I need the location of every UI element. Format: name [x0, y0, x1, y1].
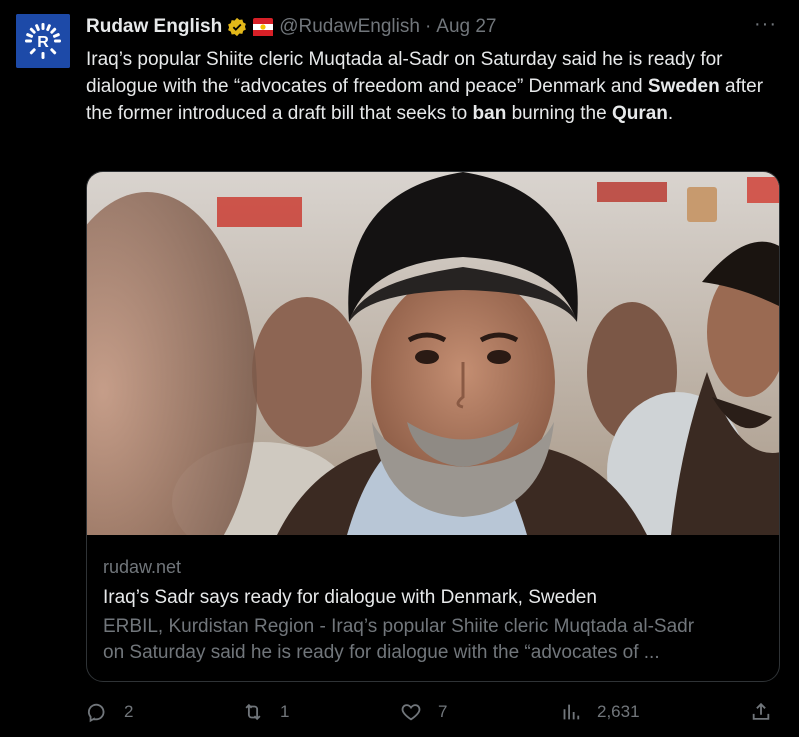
tweet-text-part: Iraq’s popular Shiite cleric Muqtada al-… [86, 49, 723, 97]
author-name[interactable]: Rudaw English [86, 16, 222, 38]
link-card[interactable]: rudaw.net Iraq’s Sadr says ready for dia… [86, 171, 780, 682]
tweet-date[interactable]: Aug 27 [436, 16, 496, 38]
analytics-icon [563, 704, 580, 720]
view-count: 2,631 [597, 702, 640, 721]
repost-count: 1 [280, 702, 290, 721]
svg-text:R: R [37, 34, 49, 51]
share-button[interactable] [750, 701, 772, 723]
repost-button[interactable]: 1 [242, 701, 289, 723]
repost-icon [245, 703, 261, 721]
tweet[interactable]: R Rudaw English @RudawEnglish · Aug 27 ·… [0, 0, 799, 737]
kurdistan-flag-icon [252, 17, 274, 37]
news-photo [87, 172, 779, 535]
tweet-text-bold: ban [472, 103, 507, 124]
tweet-text-part: . [667, 103, 674, 124]
separator-dot: · [424, 16, 432, 37]
heart-icon [401, 704, 421, 721]
share-icon [752, 702, 770, 720]
card-domain: rudaw.net [103, 557, 182, 577]
like-button[interactable]: 7 [400, 701, 447, 723]
author-handle[interactable]: @RudawEnglish [279, 16, 420, 38]
action-bar: 2 1 7 2,631 [86, 697, 780, 727]
tweet-text-part: burning the [506, 103, 612, 124]
tweet-text-bold: Quran [611, 103, 668, 124]
verified-badge-icon [227, 17, 247, 37]
reply-count: 2 [124, 702, 134, 721]
tweet-text: Iraq’s popular Shiite cleric Muqtada al-… [86, 46, 776, 127]
reply-icon [87, 703, 105, 723]
tweet-text-bold: Sweden [647, 76, 720, 97]
reply-button[interactable]: 2 [86, 701, 133, 723]
card-description: ERBIL, Kurdistan Region - Iraq’s popular… [103, 614, 763, 666]
card-description-line: ERBIL, Kurdistan Region - Iraq’s popular… [103, 616, 695, 637]
rudaw-logo-icon: R [16, 14, 70, 68]
like-count: 7 [438, 702, 448, 721]
avatar[interactable]: R [16, 14, 70, 68]
card-image[interactable] [87, 172, 779, 535]
card-description-line: on Saturday said he is ready for dialogu… [103, 642, 660, 663]
more-options-icon[interactable]: ··· [754, 14, 777, 34]
card-title[interactable]: Iraq’s Sadr says ready for dialogue with… [103, 585, 763, 611]
views-button[interactable]: 2,631 [559, 701, 640, 723]
tweet-header: Rudaw English @RudawEnglish · Aug 27 [86, 15, 497, 39]
